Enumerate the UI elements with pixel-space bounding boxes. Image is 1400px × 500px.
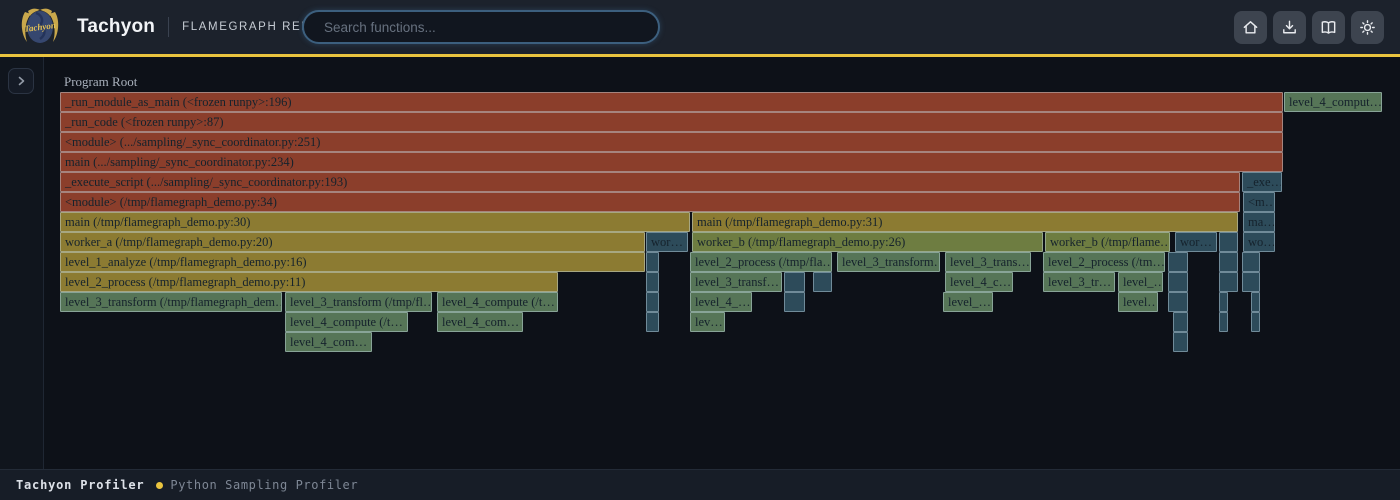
theme-toggle-button[interactable] — [1351, 11, 1384, 44]
flame-frame[interactable]: level_4_comput… — [1284, 92, 1382, 112]
home-button[interactable] — [1234, 11, 1267, 44]
flame-frame[interactable]: <module> (/tmp/flamegraph_demo.py:34) — [60, 192, 1240, 212]
flame-frame[interactable]: level_4_… — [690, 292, 752, 312]
download-button[interactable] — [1273, 11, 1306, 44]
brightness-icon — [1358, 18, 1377, 37]
flame-frame[interactable]: wo… — [1243, 232, 1275, 252]
flame-frame[interactable]: worker_b (/tmp/flamegraph_demo.py:26) — [692, 232, 1043, 252]
flame-frame[interactable]: level_4_com… — [437, 312, 523, 332]
chevron-right-icon — [15, 75, 27, 87]
flame-frame[interactable] — [646, 252, 659, 272]
search-input[interactable] — [302, 10, 660, 44]
flame-frame[interactable]: level_2_process (/tm… — [1043, 252, 1165, 272]
expand-sidebar-button[interactable] — [8, 68, 34, 94]
flame-frame[interactable]: level_… — [1118, 272, 1163, 292]
tachyon-logo-icon: Tachyon — [18, 5, 62, 49]
flame-frame[interactable]: level_4_c… — [945, 272, 1013, 292]
flame-frame[interactable] — [813, 272, 832, 292]
flame-frame[interactable]: level_2_process (/tmp/fla… — [690, 252, 832, 272]
flame-frame[interactable]: _run_code (<frozen runpy>:87) — [60, 112, 1283, 132]
flame-frame[interactable]: level_1_analyze (/tmp/flamegraph_demo.py… — [60, 252, 645, 272]
flame-frame[interactable] — [1219, 272, 1238, 292]
header-actions — [1234, 11, 1384, 44]
flame-frame[interactable] — [1242, 252, 1260, 272]
header-separator — [168, 17, 169, 37]
flame-frame[interactable]: level_3_transf… — [690, 272, 782, 292]
status-app-name: Tachyon Profiler — [16, 478, 144, 492]
flame-frame[interactable]: level_… — [943, 292, 993, 312]
flame-frame[interactable] — [646, 292, 659, 312]
download-icon — [1280, 18, 1299, 37]
flame-frame[interactable] — [1219, 312, 1228, 332]
sidebar-rail — [0, 57, 44, 470]
flame-frame[interactable]: worker_b (/tmp/flame… — [1045, 232, 1170, 252]
flame-frame[interactable] — [784, 292, 805, 312]
flame-frame[interactable]: level_4_com… — [285, 332, 372, 352]
flame-frame[interactable]: main (/tmp/flamegraph_demo.py:30) — [60, 212, 690, 232]
home-icon — [1241, 18, 1260, 37]
app-header: Tachyon Tachyon FLAMEGRAPH REPORT — [0, 0, 1400, 54]
flame-frame[interactable] — [1168, 252, 1188, 272]
flame-frame[interactable] — [646, 272, 659, 292]
flame-frame[interactable]: main (/tmp/flamegraph_demo.py:31) — [692, 212, 1238, 232]
flame-root-frame[interactable]: Program Root — [64, 72, 137, 92]
flame-frame[interactable] — [1173, 332, 1188, 352]
flame-frame[interactable] — [1242, 272, 1260, 292]
flame-frame[interactable]: level_4_compute (/t… — [437, 292, 558, 312]
accent-bar — [0, 54, 1400, 57]
flame-frame[interactable]: level_3_trans… — [945, 252, 1031, 272]
flame-frame[interactable]: level_3_transform (/tmp/flamegraph_dem… — [60, 292, 282, 312]
book-icon — [1319, 18, 1338, 37]
flame-frame[interactable] — [1173, 312, 1188, 332]
status-bar: Tachyon Profiler Python Sampling Profile… — [0, 469, 1400, 500]
flame-frame[interactable]: ma… — [1243, 212, 1275, 232]
flame-frame[interactable]: level_3_transform (/tmp/fl… — [285, 292, 432, 312]
flame-frame[interactable] — [1219, 232, 1238, 252]
flamegraph: Program Root _run_module_as_main (<froze… — [0, 0, 1400, 500]
flame-frame[interactable] — [1251, 292, 1260, 312]
flame-frame[interactable] — [1168, 292, 1188, 312]
flame-frame[interactable]: level_3_tr… — [1043, 272, 1115, 292]
flame-frame[interactable]: level_4_compute (/t… — [285, 312, 408, 332]
flame-frame[interactable] — [1219, 292, 1228, 312]
flame-frame[interactable]: <m… — [1243, 192, 1275, 212]
flame-frame[interactable]: wor… — [1175, 232, 1217, 252]
flame-frame[interactable]: main (.../sampling/_sync_coordinator.py:… — [60, 152, 1283, 172]
status-app-description: Python Sampling Profiler — [170, 478, 358, 492]
flame-frame[interactable]: _run_module_as_main (<frozen runpy>:196) — [60, 92, 1283, 112]
flame-frame[interactable] — [1251, 312, 1260, 332]
app-title: Tachyon — [77, 16, 155, 38]
flame-frame[interactable]: _exe… — [1242, 172, 1282, 192]
flame-frame[interactable]: level_3_transform… — [837, 252, 940, 272]
flame-frame[interactable]: level… — [1118, 292, 1158, 312]
flame-frame[interactable]: _execute_script (.../sampling/_sync_coor… — [60, 172, 1240, 192]
flame-frame[interactable]: worker_a (/tmp/flamegraph_demo.py:20) — [60, 232, 645, 252]
flame-frame[interactable] — [646, 312, 659, 332]
flame-frame[interactable]: lev… — [690, 312, 725, 332]
docs-button[interactable] — [1312, 11, 1345, 44]
flame-frame[interactable] — [1219, 252, 1238, 272]
flame-frame[interactable] — [1168, 272, 1188, 292]
flame-frame[interactable] — [784, 272, 805, 292]
flame-frame[interactable]: wor… — [646, 232, 688, 252]
flame-frame[interactable]: <module> (.../sampling/_sync_coordinator… — [60, 132, 1283, 152]
flame-frame[interactable]: level_2_process (/tmp/flamegraph_demo.py… — [60, 272, 558, 292]
status-dot-icon — [156, 482, 163, 489]
